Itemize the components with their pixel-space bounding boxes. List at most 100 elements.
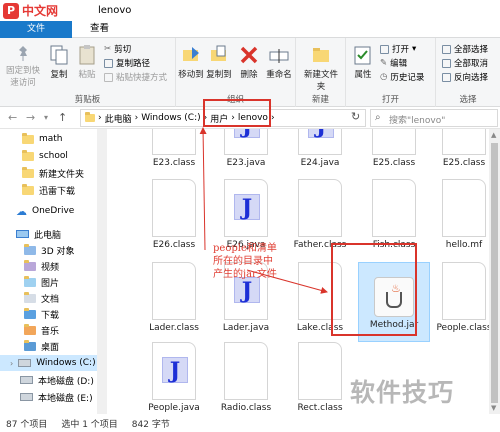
properties-button[interactable]: 属性 [350,44,376,80]
nav-item-label: 桌面 [41,342,60,353]
history-label: 历史记录 [390,73,425,83]
file-item[interactable]: J E23.java [210,129,282,168]
blank-file-icon [152,179,196,237]
selected-size: 842 字节 [131,419,170,430]
breadcrumb-separator: › [270,113,275,123]
move-to-button[interactable]: 移动到 [178,44,204,80]
file-item[interactable]: J People.java [138,342,210,413]
paste-button[interactable]: 粘贴 [74,44,100,80]
rename-button[interactable]: 重命名 [264,44,294,80]
watermark-site-text: 中文网 [22,4,59,18]
file-item[interactable]: E23.class [138,129,210,168]
paste-shortcut-button[interactable]: 粘贴快捷方式 [104,71,167,83]
file-name: E25.class [442,158,486,168]
file-item[interactable]: J E26.java [210,179,282,250]
open-button[interactable]: 打开 ▾ [380,43,416,55]
new-folder-label: 新建文件夹 [303,70,338,92]
breadcrumb-separator: › [98,113,102,123]
nav-item-label: OneDrive [32,206,75,216]
delete-button[interactable]: 删除 [236,44,262,80]
breadcrumb-this-pc[interactable]: 此电脑 [105,112,132,125]
nav-item-drive-e[interactable]: 本地磁盘 (E:) [0,389,97,405]
search-input[interactable]: ⌕ 搜索"lenovo" [370,109,498,127]
nav-item-music[interactable]: 音乐 [0,322,97,338]
file-item[interactable]: J E24.java [284,129,356,168]
breadcrumb-windows-c[interactable]: Windows (C:) [141,113,200,123]
file-item[interactable]: Lader.class [138,262,210,333]
history-button[interactable]: ◷ 历史记录 [380,71,424,83]
nav-item-pictures[interactable]: 图片 [0,274,97,290]
rename-icon [269,49,289,63]
nav-item-label: 图片 [41,278,60,289]
nav-item-onedrive[interactable]: ☁ OneDrive [0,203,97,219]
tab-view[interactable]: 查看 [80,21,119,38]
file-item[interactable]: Radio.class [210,342,282,413]
paste-label: 粘贴 [78,70,96,80]
copy-button[interactable]: 复制 [46,44,72,80]
nav-item-documents[interactable]: 文档 [0,290,97,306]
breadcrumb-separator: › [134,113,139,123]
pin-quick-access-button[interactable]: 固定到快速访问 [4,44,42,88]
java-file-icon: J [298,129,342,155]
history-icon: ◷ [380,72,388,82]
new-group: 新建文件夹 新建 [296,38,346,107]
edit-button[interactable]: ✎ 编辑 [380,57,407,69]
file-item[interactable]: E26.class [138,179,210,250]
folder-icon [22,166,34,178]
copy-path-button[interactable]: 复制路径 [104,57,150,69]
blank-file-icon [152,129,196,155]
copy-to-button[interactable]: 复制到 [206,44,232,80]
nav-item-desktop[interactable]: 桌面 [0,338,97,354]
back-arrow-icon[interactable]: ← [8,111,17,124]
nav-item-downloads[interactable]: 下载 [0,306,97,322]
nav-item-new-folder[interactable]: 新建文件夹 [0,165,97,181]
file-item[interactable]: hello.mf [428,179,489,250]
status-bar: 87 个项目 选中 1 个项目 842 字节 [0,414,500,432]
cut-button[interactable]: ✂ 剪切 [104,43,131,55]
forward-arrow-icon[interactable]: → [26,111,35,124]
file-name: Lader.class [149,323,199,333]
navigation-scrollbar[interactable] [97,129,107,414]
file-name: E23.java [226,158,266,168]
blank-file-icon [298,179,342,237]
nav-item-math[interactable]: math [0,131,97,147]
nav-item-windows-c[interactable]: › Windows (C:) [0,355,97,371]
scrollbar-thumb[interactable] [491,143,498,403]
file-item[interactable]: Father.class [284,179,356,250]
nav-item-videos[interactable]: 视频 [0,258,97,274]
nav-item-thunder-downloads[interactable]: 迅雷下载 [0,182,97,198]
annotation-text: people和清单所在的目录中产生的jar文件 [213,243,277,280]
invert-selection-button[interactable]: 反向选择 [442,71,488,83]
scroll-up-icon[interactable]: ▲ [491,131,496,139]
video-icon [24,259,36,271]
scroll-down-icon[interactable]: ▼ [491,404,496,412]
file-item[interactable]: Fish.class [358,179,430,250]
nav-item-drive-d[interactable]: 本地磁盘 (D:) [0,372,97,388]
tab-file[interactable]: 文件 [0,21,72,38]
file-item[interactable]: E25.class [428,129,489,168]
recent-dropdown-icon[interactable]: ▾ [44,113,48,122]
blank-file-icon [224,342,268,400]
content-scrollbar[interactable]: ▲ ▼ [489,129,500,414]
up-arrow-icon[interactable]: ↑ [58,111,67,124]
nav-item-label: math [39,134,63,144]
select-all-button[interactable]: 全部选择 [442,43,488,55]
nav-item-label: 3D 对象 [41,246,75,257]
select-group: 全部选择 全部取消 反向选择 选择 [436,38,500,107]
search-placeholder: 搜索"lenovo" [389,116,446,126]
new-folder-button[interactable]: 新建文件夹 [300,44,342,92]
3d-objects-icon [24,243,36,255]
properties-label: 属性 [354,70,372,80]
cloud-icon: ☁ [16,204,27,218]
nav-item-school[interactable]: school [0,148,97,164]
nav-item-3d-objects[interactable]: 3D 对象 [0,242,97,258]
file-item[interactable]: Rect.class [284,342,356,413]
invert-selection-icon [442,72,451,82]
file-item[interactable]: E25.class [358,129,430,168]
nav-item-this-pc[interactable]: 此电脑 [0,226,97,242]
select-none-button[interactable]: 全部取消 [442,57,488,69]
file-name: hello.mf [445,240,483,250]
file-item[interactable]: People.class [428,262,489,333]
open-dropdown-icon: ▾ [412,44,417,54]
refresh-icon[interactable]: ↻ [351,110,360,123]
